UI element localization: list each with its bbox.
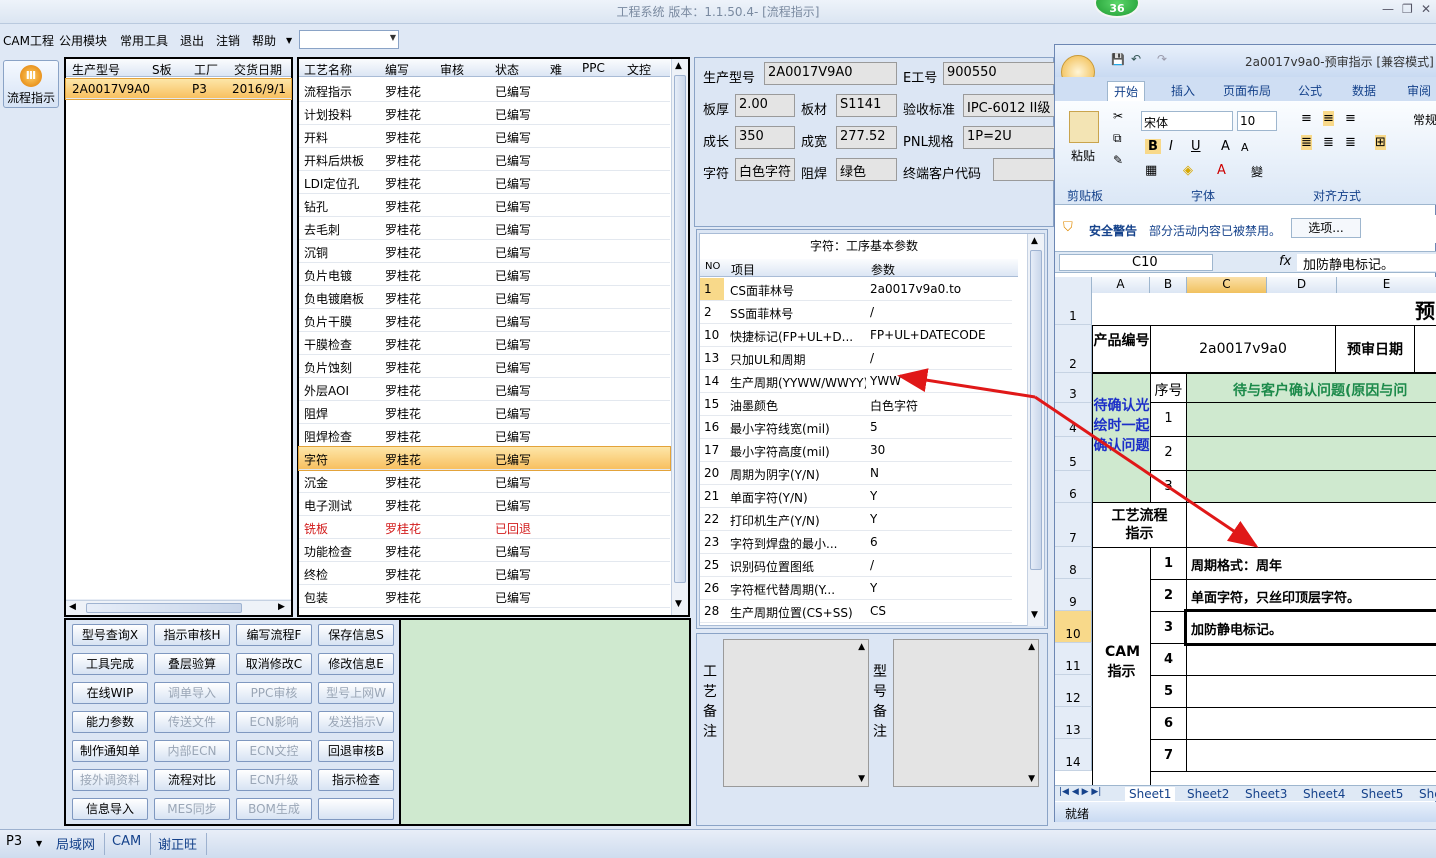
site-selector[interactable]: P3 — [6, 834, 22, 849]
chevron-down-icon[interactable]: ▼ — [36, 839, 42, 848]
network-status: 局域网 — [56, 838, 96, 853]
arrow-to-sheet — [1034, 395, 1259, 548]
annotation-arrows — [897, 368, 1259, 548]
arrow-to-param — [897, 368, 1036, 399]
user-status: 谢正旺 — [158, 838, 198, 853]
module-status: CAM — [112, 834, 142, 849]
status-bar: P3 ▼ 局域网 CAM 谢正旺 — [0, 829, 1436, 858]
